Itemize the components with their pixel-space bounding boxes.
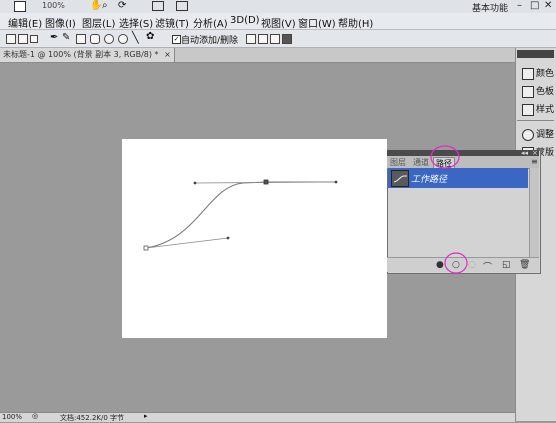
document-info: 文档:452.2K/0 字节 — [60, 414, 125, 422]
status-icon[interactable]: ◎ — [32, 412, 38, 420]
annotation-circle-paths-tab — [430, 145, 460, 169]
zoom-field[interactable]: 100% — [2, 413, 22, 421]
annotation-circle-stroke-button — [444, 252, 468, 274]
annotation-overlay — [430, 145, 468, 274]
status-menu-arrow-icon[interactable]: ▸ — [144, 412, 148, 420]
